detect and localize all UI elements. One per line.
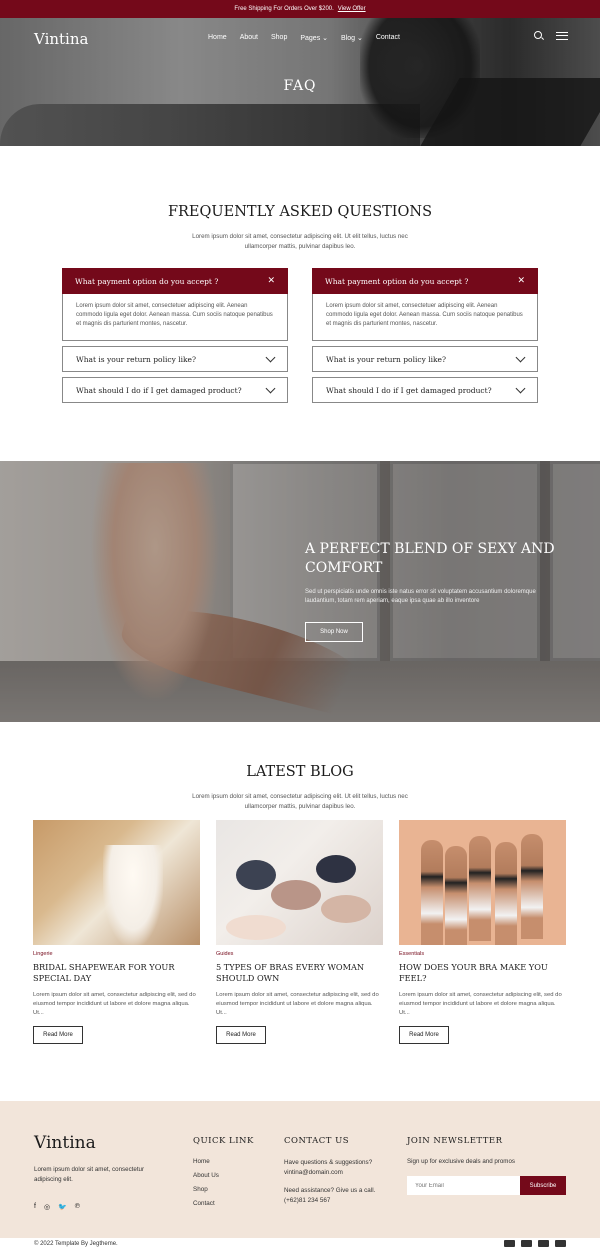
nav-shop[interactable]: Shop — [271, 34, 287, 42]
faq-item[interactable]: What is your return policy like? — [62, 346, 288, 372]
footer-link-contact[interactable]: Contact — [193, 1200, 219, 1214]
social-links: f ◎ 🐦 ℗ — [34, 1203, 80, 1211]
copyright: © 2022 Template By Jegtheme. — [34, 1241, 118, 1247]
announcement-text: Free Shipping For Orders Over $200. — [234, 6, 334, 12]
contact-heading: CONTACT US — [284, 1136, 350, 1146]
hamburger-menu-icon[interactable] — [556, 32, 568, 40]
faq-item-open[interactable]: What payment option do you accept ? ✕ — [62, 268, 288, 294]
close-icon[interactable]: ✕ — [267, 276, 275, 286]
twitter-icon[interactable]: 🐦 — [58, 1203, 67, 1211]
facebook-icon[interactable]: f — [34, 1203, 36, 1211]
faq-item[interactable]: What should I do if I get damaged produc… — [62, 377, 288, 403]
faq-question: What is your return policy like? — [76, 354, 196, 364]
faq-question: What should I do if I get damaged produc… — [76, 385, 242, 395]
faq-question: What is your return policy like? — [326, 354, 446, 364]
contact-question: Need assistance? Give us a call. — [284, 1187, 376, 1194]
faq-question: What payment option do you accept ? — [75, 276, 219, 286]
site-logo[interactable]: Vintina — [34, 30, 88, 48]
chevron-down-icon — [515, 352, 526, 362]
nav-contact[interactable]: Contact — [376, 34, 400, 42]
email-field[interactable] — [407, 1176, 520, 1195]
blog-card: Essentials HOW DOES YOUR BRA MAKE YOU FE… — [399, 820, 566, 1044]
newsletter-heading: JOIN NEWSLETTER — [407, 1136, 503, 1146]
card-icon — [504, 1240, 515, 1247]
search-icon[interactable] — [534, 31, 544, 41]
faq-column-left: What payment option do you accept ? ✕ Lo… — [62, 268, 288, 403]
quick-links: Home About Us Shop Contact — [193, 1158, 219, 1214]
close-icon[interactable]: ✕ — [517, 276, 525, 286]
nav-home[interactable]: Home — [208, 34, 227, 42]
blog-heading: LATEST BLOG — [246, 764, 354, 780]
faq-subtitle: Lorem ipsum dolor sit amet, consectetur … — [192, 233, 408, 250]
blog-category[interactable]: Lingerie — [33, 951, 200, 957]
footer-link-home[interactable]: Home — [193, 1158, 219, 1172]
banner-text: Sed ut perspiciatis unde omnis iste natu… — [305, 589, 536, 604]
chevron-down-icon: ⌄ — [320, 35, 329, 42]
blog-excerpt: Lorem ipsum dolor sit amet, consectetur … — [216, 992, 379, 1016]
contact-phone[interactable]: (+62)81 234 567 — [284, 1196, 394, 1206]
blog-title[interactable]: 5 TYPES OF BRAS EVERY WOMAN SHOULD OWN — [216, 962, 383, 985]
announcement-bar: Free Shipping For Orders Over $200. View… — [0, 0, 600, 18]
faq-item[interactable]: What should I do if I get damaged produc… — [312, 377, 538, 403]
blog-title[interactable]: HOW DOES YOUR BRA MAKE YOU FEEL? — [399, 962, 566, 985]
nav-pages[interactable]: Pages ⌄ — [300, 34, 328, 42]
read-more-button[interactable]: Read More — [216, 1026, 266, 1044]
blog-subtitle: Lorem ipsum dolor sit amet, consectetur … — [192, 793, 408, 810]
chevron-down-icon — [265, 383, 276, 393]
read-more-button[interactable]: Read More — [399, 1026, 449, 1044]
pinterest-icon[interactable]: ℗ — [75, 1203, 80, 1211]
page-title: FAQ — [283, 78, 317, 94]
footer-link-about[interactable]: About Us — [193, 1172, 219, 1186]
subscribe-button[interactable]: Subscribe — [520, 1176, 566, 1195]
paypal-icon — [521, 1240, 532, 1247]
faq-heading: FREQUENTLY ASKED QUESTIONS — [167, 204, 433, 220]
quick-link-heading: QUICK LINK — [193, 1136, 254, 1146]
shop-now-button[interactable]: Shop Now — [305, 622, 363, 642]
card-icon — [555, 1240, 566, 1247]
chevron-down-icon — [265, 352, 276, 362]
blog-excerpt: Lorem ipsum dolor sit amet, consectetur … — [33, 992, 196, 1016]
blog-image[interactable] — [33, 820, 200, 945]
view-offer-link[interactable]: View Offer — [338, 6, 366, 12]
faq-answer: Lorem ipsum dolor sit amet, consectetuer… — [62, 294, 288, 341]
faq-question: What payment option do you accept ? — [325, 276, 469, 286]
chevron-down-icon — [515, 383, 526, 393]
blog-excerpt: Lorem ipsum dolor sit amet, consectetur … — [399, 992, 562, 1016]
chevron-down-icon: ⌄ — [355, 35, 363, 42]
read-more-button[interactable]: Read More — [33, 1026, 83, 1044]
nav-about[interactable]: About — [240, 34, 258, 42]
blog-image[interactable] — [216, 820, 383, 945]
footer-about: Lorem ipsum dolor sit amet, consectetur … — [34, 1166, 145, 1183]
main-nav: Home About Shop Pages ⌄ Blog ⌄ Contact — [208, 34, 400, 42]
faq-answer: Lorem ipsum dolor sit amet, consectetuer… — [312, 294, 538, 341]
nav-blog[interactable]: Blog ⌄ — [341, 34, 363, 42]
contact-email[interactable]: vintina@domain.com — [284, 1168, 394, 1178]
contact-info: Have questions & suggestions? vintina@do… — [284, 1158, 394, 1205]
blog-card: Guides 5 TYPES OF BRAS EVERY WOMAN SHOUL… — [216, 820, 383, 1044]
blog-category[interactable]: Guides — [216, 951, 383, 957]
contact-question: Have questions & suggestions? — [284, 1159, 373, 1166]
blog-category[interactable]: Essentials — [399, 951, 566, 957]
newsletter-form: Subscribe — [407, 1176, 566, 1195]
payment-icons — [504, 1240, 566, 1247]
blog-image[interactable] — [399, 820, 566, 945]
faq-item[interactable]: What is your return policy like? — [312, 346, 538, 372]
instagram-icon[interactable]: ◎ — [44, 1203, 50, 1211]
faq-column-right: What payment option do you accept ? ✕ Lo… — [312, 268, 538, 403]
blog-title[interactable]: BRIDAL SHAPEWEAR FOR YOUR SPECIAL DAY — [33, 962, 200, 985]
footer-link-shop[interactable]: Shop — [193, 1186, 219, 1200]
footer-logo[interactable]: Vintina — [34, 1133, 96, 1153]
visa-icon — [538, 1240, 549, 1247]
faq-item-open[interactable]: What payment option do you accept ? ✕ — [312, 268, 538, 294]
faq-question: What should I do if I get damaged produc… — [326, 385, 492, 395]
newsletter-text: Sign up for exclusive deals and promos — [407, 1158, 515, 1165]
banner-title: A PERFECT BLEND OF SEXY AND COMFORT — [305, 541, 555, 576]
blog-card: Lingerie BRIDAL SHAPEWEAR FOR YOUR SPECI… — [33, 820, 200, 1044]
